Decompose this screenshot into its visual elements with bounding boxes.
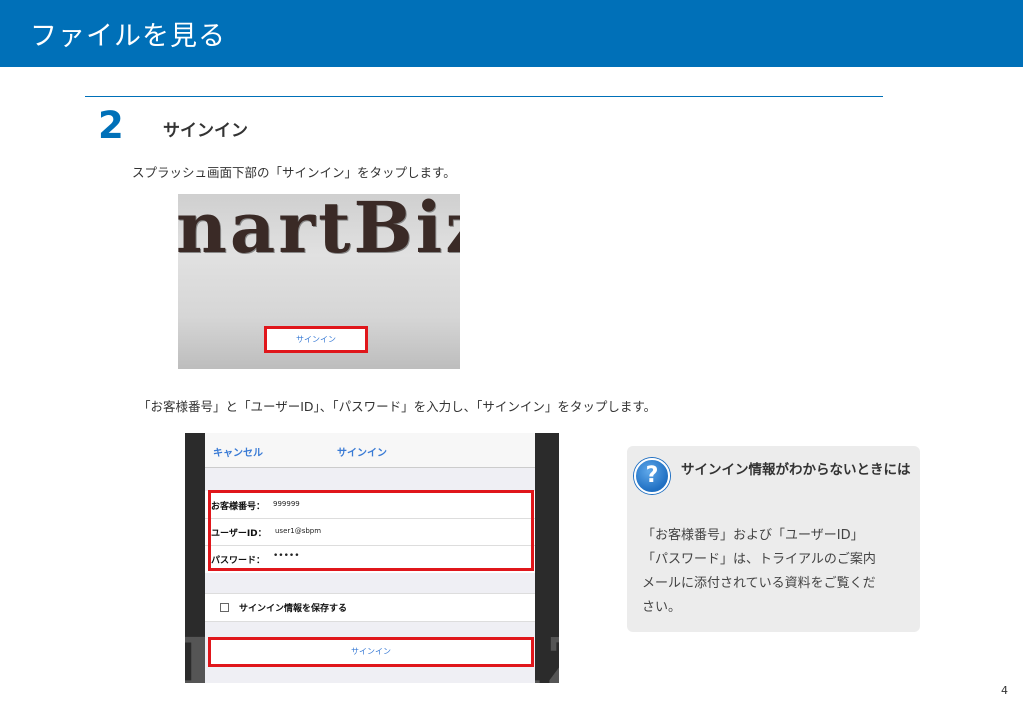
remember-row[interactable]: サインイン情報を保存する — [205, 593, 535, 622]
page-title: ファイルを見る — [30, 21, 226, 52]
splash-logo: nartBiz — [178, 194, 460, 269]
help-line: 「パスワード」は、トライアルのご案内 — [642, 552, 876, 567]
splash-signin-button[interactable]: サインイン — [264, 326, 368, 353]
signin-screenshot: nartBiz キャンセル サインイン お客様番号： 999999 ユーザーID… — [185, 433, 559, 683]
form-highlight-box — [208, 490, 534, 571]
signin-button[interactable]: サインイン — [208, 637, 534, 667]
help-title: サインイン情報がわからないときには — [681, 462, 911, 478]
signin-nav-bar: キャンセル サインイン — [205, 433, 535, 468]
section-divider — [85, 96, 883, 97]
help-box: ? サインイン情報がわからないときには 「お客様番号」および「ユーザーID」 「… — [627, 446, 920, 632]
question-icon: ? — [634, 458, 670, 494]
cancel-button[interactable]: キャンセル — [213, 444, 263, 459]
remember-label: サインイン情報を保存する — [239, 604, 348, 614]
instruction-text-1: スプラッシュ画面下部の「サインイン」をタップします。 — [132, 165, 456, 180]
step-number: 2 — [98, 104, 124, 147]
help-line: メールに添付されている資料をご覧くだ — [642, 576, 876, 591]
help-body: 「お客様番号」および「ユーザーID」 「パスワード」は、トライアルのご案内 メー… — [642, 524, 912, 620]
instruction-text-2: 「お客様番号」と「ユーザーID」、「パスワード」を入力し、「サインイン」をタップ… — [138, 399, 657, 414]
header-bar: ファイルを見る — [0, 0, 1023, 67]
page-number: 4 — [1001, 684, 1008, 697]
help-line: さい。 — [642, 600, 682, 615]
signin-sheet: キャンセル サインイン お客様番号： 999999 ユーザーID： user1@… — [205, 433, 535, 683]
step-title: サインイン — [163, 121, 248, 141]
signin-nav-title: サインイン — [337, 448, 387, 459]
splash-screenshot: nartBiz サインイン — [178, 194, 460, 369]
remember-checkbox[interactable] — [220, 603, 229, 612]
help-line: 「お客様番号」および「ユーザーID」 — [642, 528, 864, 543]
